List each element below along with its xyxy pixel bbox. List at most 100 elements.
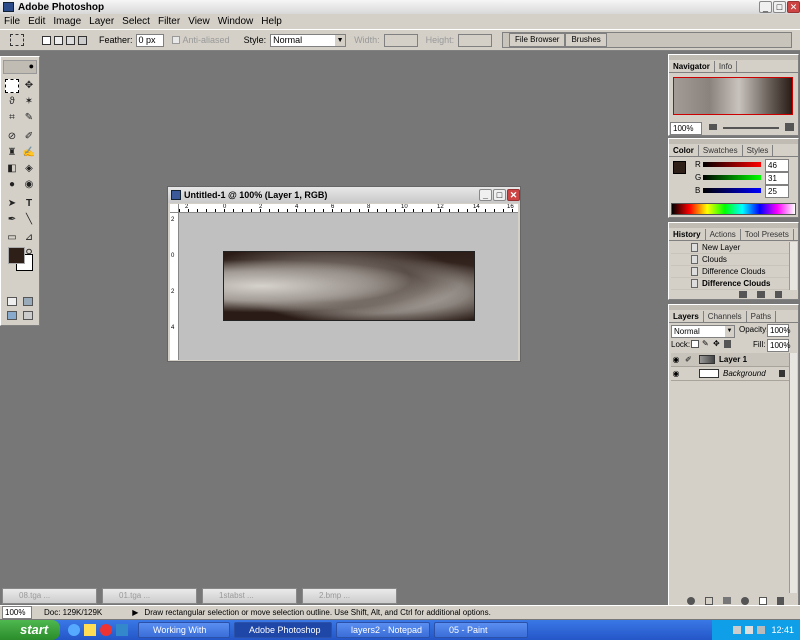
history-item-current[interactable]: Difference Clouds [671, 278, 789, 290]
zoom-in-icon[interactable] [785, 123, 794, 131]
quicklaunch-ie-icon[interactable] [68, 624, 80, 636]
standard-mode-icon[interactable] [7, 297, 17, 306]
add-selection-icon[interactable] [54, 35, 63, 45]
eyedropper-tool-icon[interactable]: ⊿ [22, 231, 36, 245]
tray-icon[interactable] [733, 626, 742, 634]
tab-history[interactable]: History [669, 229, 706, 240]
clock[interactable]: 12:41 [771, 625, 794, 635]
magic-wand-tool-icon[interactable]: ✶ [22, 95, 36, 109]
history-item[interactable]: Clouds [671, 254, 789, 266]
new-snapshot-icon[interactable] [757, 291, 765, 298]
doc-restore-button[interactable]: □ [493, 189, 506, 201]
channel-b-slider[interactable] [703, 188, 761, 193]
history-brush-tool-icon[interactable]: ✍ [22, 146, 36, 160]
task-notepad[interactable]: layers2 - Notepad [336, 622, 430, 638]
menu-help[interactable]: Help [257, 16, 286, 27]
eye-icon[interactable]: ◉ [671, 369, 681, 378]
history-item[interactable]: Difference Clouds [671, 266, 789, 278]
layer-row-selected[interactable]: ◉ ✐ Layer 1 [671, 353, 789, 367]
opacity-input[interactable]: 100% [767, 324, 790, 337]
tab-color[interactable]: Color [669, 145, 699, 156]
lock-image-icon[interactable]: ✎ [702, 340, 710, 348]
quicklaunch-outlook-icon[interactable] [84, 624, 96, 636]
new-selection-icon[interactable] [42, 35, 51, 45]
tab-info[interactable]: Info [715, 61, 738, 72]
panel-grip[interactable] [669, 55, 798, 60]
brush-link-icon[interactable]: ✐ [685, 355, 697, 364]
pen-tool-icon[interactable]: ✒ [5, 213, 19, 227]
marquee-tool-icon[interactable] [5, 79, 19, 93]
tab-layers[interactable]: Layers [669, 311, 704, 322]
toolbox-header-logo[interactable]: ● [3, 60, 37, 74]
file-browser-tab[interactable]: File Browser [509, 33, 566, 47]
navigator-thumbnail[interactable] [673, 77, 793, 115]
blend-mode-select[interactable]: Normal ▼ [671, 325, 735, 338]
quickmask-mode-icon[interactable] [23, 297, 33, 306]
tab-styles[interactable]: Styles [743, 145, 774, 156]
tray-icon[interactable] [745, 626, 754, 634]
history-scrollbar[interactable] [789, 242, 797, 290]
panel-grip[interactable] [669, 305, 798, 310]
image-canvas[interactable] [223, 251, 475, 321]
menu-layer[interactable]: Layer [85, 16, 118, 27]
dodge-tool-icon[interactable]: ◉ [22, 178, 36, 192]
tab-swatches[interactable]: Swatches [699, 145, 743, 156]
vertical-ruler[interactable]: 2 0 2 4 [170, 213, 179, 360]
layer-name[interactable]: Layer 1 [719, 355, 747, 364]
channel-g-input[interactable]: 31 [765, 172, 789, 185]
restore-button[interactable]: □ [773, 1, 786, 13]
tab-tool-presets[interactable]: Tool Presets [741, 229, 794, 240]
line-tool-icon[interactable]: ╲ [22, 213, 36, 227]
lock-transparency-icon[interactable] [691, 340, 699, 348]
menu-view[interactable]: View [184, 16, 214, 27]
tab-paths[interactable]: Paths [747, 311, 777, 322]
menu-select[interactable]: Select [118, 16, 154, 27]
eye-icon[interactable]: ◉ [671, 355, 681, 364]
new-document-icon[interactable] [739, 291, 747, 298]
paint-bucket-tool-icon[interactable]: ◈ [22, 162, 36, 176]
layer-style-icon[interactable] [687, 597, 695, 605]
layer-name[interactable]: Background [723, 369, 766, 378]
new-layer-icon[interactable] [759, 597, 767, 605]
zoom-out-icon[interactable] [709, 124, 717, 130]
document-window[interactable]: Untitled-1 @ 100% (Layer 1, RGB) _ □ ✕ 2… [167, 186, 521, 362]
color-ramp[interactable] [671, 203, 796, 215]
move-tool-icon[interactable]: ✥ [22, 79, 36, 93]
menu-edit[interactable]: Edit [24, 16, 49, 27]
anti-aliased-checkbox[interactable] [171, 36, 180, 44]
doc-size[interactable]: Doc: 129K/129K [44, 608, 102, 617]
task-adobe-photoshop[interactable]: Adobe Photoshop [234, 622, 332, 638]
quicklaunch-media-icon[interactable] [100, 624, 112, 636]
blur-tool-icon[interactable]: ● [5, 178, 19, 192]
navigator-zoom-slider[interactable] [723, 127, 779, 129]
minimize-button[interactable]: _ [759, 1, 772, 13]
screen-mode-icon[interactable] [7, 311, 17, 320]
channel-r-input[interactable]: 46 [765, 159, 789, 172]
task-paint[interactable]: 05 - Paint [434, 622, 528, 638]
menu-filter[interactable]: Filter [154, 16, 184, 27]
type-tool-icon[interactable]: T [22, 197, 36, 211]
lock-all-icon[interactable] [724, 340, 731, 348]
crop-tool-icon[interactable]: ⌗ [5, 111, 19, 125]
status-zoom-input[interactable]: 100% [2, 606, 32, 619]
tab-navigator[interactable]: Navigator [669, 61, 715, 72]
path-selection-tool-icon[interactable]: ➤ [5, 197, 19, 211]
navigator-zoom-input[interactable]: 100% [670, 122, 702, 135]
trash-icon[interactable] [777, 597, 784, 605]
subtract-selection-icon[interactable] [66, 35, 75, 45]
layers-scrollbar[interactable] [789, 353, 797, 593]
history-item[interactable]: New Layer [671, 242, 789, 254]
channel-g-slider[interactable] [703, 175, 761, 180]
brushes-tab[interactable]: Brushes [565, 33, 607, 47]
panel-grip[interactable] [669, 223, 798, 228]
doc-minimize-button[interactable]: _ [479, 189, 492, 201]
minimized-doc[interactable]: 1stabst ... [202, 588, 297, 604]
trash-icon[interactable] [775, 291, 782, 298]
lock-position-icon[interactable]: ✥ [713, 340, 721, 348]
tray-icon[interactable] [757, 626, 766, 634]
panel-grip[interactable] [669, 139, 798, 144]
marquee-tool-preset-icon[interactable] [10, 34, 24, 46]
tab-actions[interactable]: Actions [706, 229, 741, 240]
healing-brush-tool-icon[interactable]: ⊘ [5, 130, 19, 144]
eraser-tool-icon[interactable]: ◧ [5, 162, 19, 176]
